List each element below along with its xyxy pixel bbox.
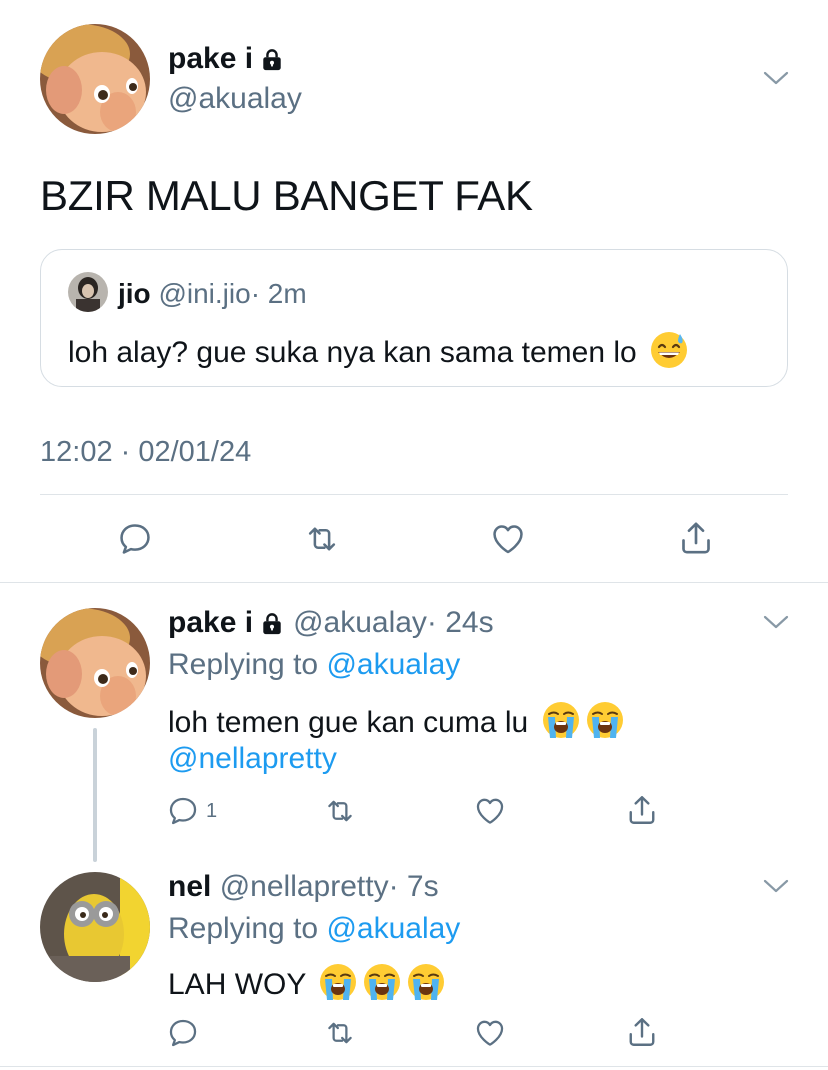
share-icon <box>624 792 660 828</box>
divider <box>0 1066 828 1067</box>
reply-author-avatar[interactable] <box>40 608 150 718</box>
retweet-icon <box>322 1016 358 1050</box>
reply-header: nel @nellapretty· 7s <box>168 870 439 904</box>
share-button[interactable] <box>676 518 716 558</box>
replying-to-prefix: Replying to <box>168 912 319 945</box>
author-handle[interactable]: @akualay <box>168 82 302 116</box>
lock-icon <box>261 612 283 636</box>
quoted-tweet-text-body: loh alay? gue suka nya kan sama temen lo <box>68 336 637 369</box>
loudly-crying-emoji-icon <box>362 962 402 1002</box>
reply-author-handle[interactable]: @akualay <box>293 606 427 639</box>
reply-button[interactable] <box>166 1016 200 1050</box>
chevron-down-icon[interactable] <box>762 614 790 630</box>
quoted-tweet-time: · 2m <box>250 278 307 309</box>
quoted-author-handle[interactable]: @ini.jio <box>158 278 250 309</box>
quoted-author-name[interactable]: jio <box>118 278 151 309</box>
loudly-crying-emoji-icon <box>541 700 581 740</box>
share-button[interactable] <box>624 792 660 828</box>
share-icon <box>624 1014 660 1050</box>
reply-author-handle[interactable]: @nellapretty <box>220 870 389 903</box>
reply-header: pake i @akualay· 24s <box>168 606 494 640</box>
reply-icon <box>116 520 154 558</box>
replying-to-link[interactable]: @akualay <box>326 648 460 681</box>
chevron-down-icon[interactable] <box>762 878 790 894</box>
replying-to-prefix: Replying to <box>168 648 319 681</box>
share-button[interactable] <box>624 1014 660 1050</box>
like-icon <box>488 520 528 558</box>
author-name-text[interactable]: pake i <box>168 42 253 75</box>
reply-count: 1 <box>206 799 218 822</box>
like-icon <box>472 1016 508 1050</box>
divider <box>40 494 788 495</box>
reply-time: · 24s <box>426 606 494 639</box>
loudly-crying-emoji-icon <box>406 962 446 1002</box>
like-button[interactable] <box>472 794 508 828</box>
reply-text-body: loh temen gue kan cuma lu <box>168 706 529 739</box>
mention-link[interactable]: @nellapretty <box>168 742 337 776</box>
tweet-text: BZIR MALU BANGET FAK <box>40 172 533 219</box>
quoted-tweet-header: jio @ini.jio· 2m <box>118 278 307 310</box>
reply-author-name[interactable]: nel <box>168 870 211 903</box>
reply-text: loh temen gue kan cuma lu <box>168 700 625 740</box>
like-button[interactable] <box>488 520 528 558</box>
author-display-name[interactable]: pake i <box>168 42 283 76</box>
chevron-down-icon[interactable] <box>762 70 790 86</box>
replying-to-link[interactable]: @akualay <box>326 912 460 945</box>
retweet-button[interactable] <box>322 1016 358 1050</box>
like-icon <box>472 794 508 828</box>
quoted-author-avatar[interactable] <box>68 272 108 312</box>
retweet-button[interactable] <box>302 520 342 558</box>
thread-connector <box>93 728 97 862</box>
lock-icon <box>261 48 283 72</box>
like-button[interactable] <box>472 1016 508 1050</box>
replying-to: Replying to @akualay <box>168 648 460 682</box>
quoted-tweet-text: loh alay? gue suka nya kan sama temen lo <box>68 330 689 370</box>
reply-text-body: LAH WOY <box>168 968 306 1001</box>
author-avatar[interactable] <box>40 24 150 134</box>
loudly-crying-emoji-icon <box>318 962 358 1002</box>
reply-button[interactable]: 1 <box>166 794 217 828</box>
retweet-icon <box>322 794 358 828</box>
grinning-sweat-emoji-icon <box>649 330 689 370</box>
share-icon <box>676 518 716 558</box>
retweet-icon <box>302 520 342 558</box>
reply-icon <box>166 1016 200 1050</box>
reply-time: · 7s <box>388 870 439 903</box>
divider <box>0 582 828 583</box>
tweet-timestamp[interactable]: 12:02 · 02/01/24 <box>40 436 251 469</box>
loudly-crying-emoji-icon <box>585 700 625 740</box>
reply-button[interactable] <box>116 520 154 558</box>
reply-text: LAH WOY <box>168 962 446 1002</box>
reply-author-name[interactable]: pake i <box>168 606 253 639</box>
reply-author-avatar[interactable] <box>40 872 150 982</box>
replying-to: Replying to @akualay <box>168 912 460 946</box>
retweet-button[interactable] <box>322 794 358 828</box>
reply-icon <box>166 794 200 828</box>
